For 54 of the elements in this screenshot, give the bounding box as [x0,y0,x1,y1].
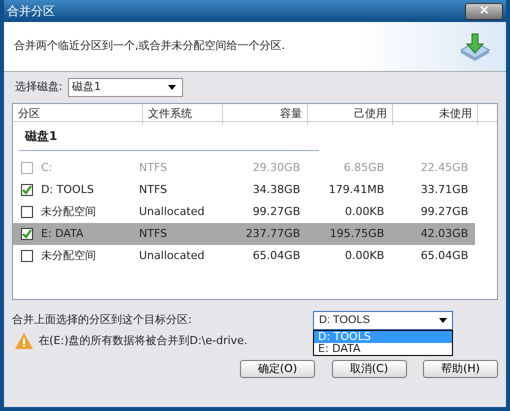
column-header[interactable]: 己使用 [308,104,393,124]
disk-select[interactable]: 磁盘1 [68,78,183,97]
warning-icon [14,333,33,349]
table-cell-text: 65.04GB [420,248,470,264]
table-row[interactable]: D: TOOLS NTFS 34.38GB 179.41MB 33.71GB [13,179,475,201]
table-cell-text: NTFS [139,226,168,242]
table-cell-text: E: DATA [41,226,84,242]
target-select[interactable]: D: TOOLS [313,311,453,330]
table-cell-text: 0.00KB [344,248,386,264]
window-title: 合并分区 [6,3,55,20]
table-cell-text: D: TOOLS [41,182,94,198]
table-cell-text: 0.00KB [344,204,386,220]
dropdown-option[interactable]: E: DATA [314,343,452,355]
disk-label: 选择磁盘: [14,79,62,96]
caret-icon [439,318,447,323]
caret-icon [168,85,176,90]
target-label: 合并上面选择的分区到这个目标分区: [12,312,192,328]
table-row[interactable]: E: DATA NTFS 237.77GB 195.75GB 42.03GB [13,223,475,245]
description-text: 合并两个临近分区到一个,或合并未分配空间给一个分区. [14,38,285,54]
column-header[interactable]: 分区 [13,104,143,124]
table-cell-text: 22.45GB [420,160,470,176]
table-cell-text: 195.75GB [328,226,386,242]
column-header[interactable]: 文件系统 [143,104,223,124]
checkbox[interactable] [21,250,33,262]
dialog-button[interactable]: 取消(C) [332,360,406,378]
table-cell-text: 未分配空间 [41,204,96,220]
checkbox[interactable] [21,206,33,218]
column-header[interactable]: 未使用 [393,104,478,124]
warning-text: 在(E:)盘的所有数据将被合并到D:\e-drive. [38,332,248,349]
table-row[interactable]: 未分配空间 Unallocated 99.27GB 0.00KB 99.27GB [13,201,475,223]
checkbox[interactable] [21,228,33,240]
column-header[interactable]: 容量 [223,104,308,124]
table-cell-text: NTFS [139,160,168,176]
table-cell-text: NTFS [139,182,168,198]
dialog-button[interactable]: 确定(O) [240,360,315,378]
table-cell-text: Unallocated [139,248,206,264]
table-cell-text: 237.77GB [244,226,302,242]
table-cell-text: 179.41MB [328,182,386,198]
table-cell-text: 29.30GB [252,160,302,176]
table-cell-text: 34.38GB [252,182,302,198]
table-cell-text: 99.27GB [252,204,302,220]
table-cell-text: 33.71GB [420,182,470,198]
table-cell-text: Unallocated [139,204,206,220]
table-cell-text: 6.85GB [342,160,386,176]
table-cell-text: 未分配空间 [41,248,96,264]
checkbox[interactable] [21,184,33,196]
dialog-button[interactable]: 帮助(H) [423,360,498,378]
table-cell-text: C: [41,160,52,176]
table-cell-text: 99.27GB [420,204,470,220]
table-cell-text: 65.04GB [252,248,302,264]
disk-merge-icon [458,32,490,62]
group-label: 磁盘1 [19,122,319,151]
table-row[interactable]: 未分配空间 Unallocated 65.04GB 0.00KB 65.04GB [13,245,475,267]
table-cell-text: 42.03GB [420,226,470,242]
